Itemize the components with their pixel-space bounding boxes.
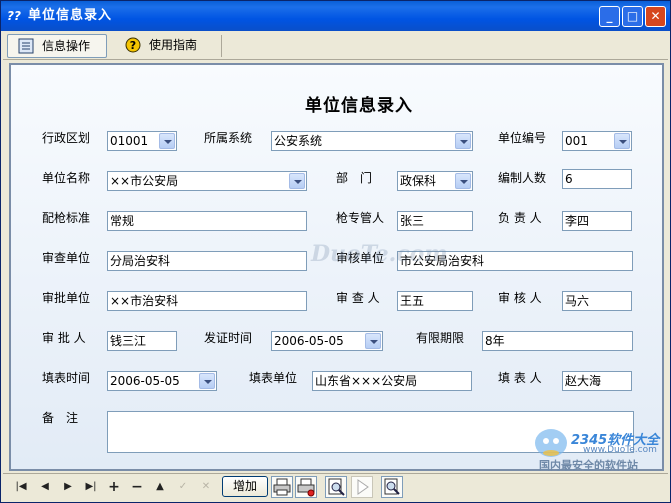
chevron-down-icon[interactable]	[365, 333, 381, 349]
watermark-logo: 2345软件大全 www.DuoTe.com 国内最安全的软件站	[531, 421, 671, 473]
print-setup-button[interactable]	[295, 476, 317, 498]
department-value: 政保科	[400, 174, 437, 188]
filler-input[interactable]: 赵大海	[562, 371, 632, 391]
last-record-button[interactable]: ▶|	[82, 478, 100, 496]
search-button[interactable]	[381, 476, 403, 498]
reviewer-input[interactable]: 王五	[397, 291, 473, 311]
approver-input[interactable]: 钱三江	[107, 331, 177, 351]
title-bar[interactable]: ?? 单位信息录入 _ □ ✕	[1, 1, 670, 31]
watermark-slogan: 国内最安全的软件站	[539, 459, 638, 472]
play-button[interactable]	[351, 476, 373, 498]
fill-date-label: 填表时间	[42, 371, 91, 385]
unit-code-select[interactable]: 001	[562, 131, 632, 151]
form-title: 单位信息录入	[305, 96, 413, 116]
print-button[interactable]	[271, 476, 293, 498]
review-unit-input[interactable]: 分局治安科	[107, 251, 307, 271]
approver-label: 审 批 人	[42, 331, 86, 345]
staff-count-input[interactable]: 6	[562, 169, 632, 189]
window-title: 单位信息录入	[28, 8, 113, 23]
unit-name-select[interactable]: ××市公安局	[107, 171, 307, 191]
valid-period-label: 有限期限	[416, 331, 465, 345]
toolbar-separator	[221, 35, 222, 57]
reviewer-label: 审 查 人	[336, 291, 380, 305]
app-icon: ??	[7, 9, 21, 23]
filler-label: 填 表 人	[498, 371, 542, 385]
prev-record-button[interactable]: ◀	[36, 478, 54, 496]
auditor-label: 审 核 人	[498, 291, 542, 305]
system-value: 公安系统	[274, 134, 323, 148]
watermark-url: www.DuoTe.com	[583, 445, 657, 455]
gun-keeper-input[interactable]: 张三	[397, 211, 473, 231]
record-navigator: |◀ ◀ ▶ ▶| + − ▲ ✓ ✕ 增加	[3, 473, 668, 499]
toolbar: 信息操作 ? 使用指南	[3, 32, 668, 60]
next-record-button[interactable]: ▶	[59, 478, 77, 496]
responsible-input[interactable]: 李四	[562, 211, 632, 231]
approve-unit-label: 审批单位	[42, 291, 91, 305]
insert-record-button[interactable]: +	[105, 478, 123, 496]
region-select[interactable]: 01001	[107, 131, 177, 151]
printer-setup-icon	[297, 478, 315, 497]
cancel-record-button[interactable]: ✕	[197, 478, 215, 496]
department-label: 部 门	[336, 171, 373, 185]
unit-code-label: 单位编号	[498, 131, 547, 145]
preview-icon	[328, 478, 345, 496]
gun-standard-label: 配枪标准	[42, 211, 91, 225]
department-select[interactable]: 政保科	[397, 171, 473, 191]
tab-label: 使用指南	[149, 38, 198, 52]
issue-date-picker[interactable]: 2006-05-05	[271, 331, 383, 351]
help-icon: ?	[125, 37, 141, 53]
unit-name-label: 单位名称	[42, 171, 91, 185]
search-icon	[384, 478, 400, 495]
issue-date-label: 发证时间	[204, 331, 253, 345]
close-button[interactable]: ✕	[645, 6, 666, 27]
fill-date-value: 2006-05-05	[110, 374, 180, 388]
add-button[interactable]: 增加	[222, 476, 268, 497]
chevron-down-icon[interactable]	[289, 173, 305, 189]
review-unit-label: 审查单位	[42, 251, 91, 265]
edit-record-button[interactable]: ▲	[151, 478, 169, 496]
minimize-button[interactable]: _	[599, 6, 620, 27]
list-icon	[18, 38, 34, 54]
system-label: 所属系统	[204, 131, 253, 145]
svg-text:?: ?	[130, 39, 136, 52]
issue-date-value: 2006-05-05	[274, 334, 344, 348]
form-panel: 单位信息录入 行政区划 01001 所属系统 公安系统 单位编号 001 单位名…	[9, 63, 664, 471]
post-record-button[interactable]: ✓	[174, 478, 192, 496]
chevron-down-icon[interactable]	[455, 173, 471, 189]
delete-record-button[interactable]: −	[128, 478, 146, 496]
auditor-input[interactable]: 马六	[562, 291, 632, 311]
staff-count-label: 编制人数	[498, 171, 547, 185]
tab-info-operation[interactable]: 信息操作	[7, 34, 107, 58]
preview-button[interactable]	[325, 476, 347, 498]
fill-date-picker[interactable]: 2006-05-05	[107, 371, 217, 391]
maximize-button[interactable]: □	[622, 6, 643, 27]
system-select[interactable]: 公安系统	[271, 131, 473, 151]
tab-label: 信息操作	[42, 39, 91, 53]
play-icon	[357, 479, 369, 495]
unit-code-value: 001	[565, 134, 588, 148]
unit-name-value: ××市公安局	[110, 174, 179, 188]
chevron-down-icon[interactable]	[455, 133, 471, 149]
chevron-down-icon[interactable]	[614, 133, 630, 149]
chevron-down-icon[interactable]	[199, 373, 215, 389]
app-window: ?? 单位信息录入 _ □ ✕ 信息操作 ? 使用指南 单位信息录入 行政区划 …	[0, 0, 671, 503]
region-value: 01001	[110, 134, 149, 148]
approve-unit-input[interactable]: ××市治安科	[107, 291, 307, 311]
fill-unit-label: 填表单位	[249, 371, 298, 385]
valid-period-input[interactable]: 8年	[482, 331, 633, 351]
remarks-label: 备 注	[42, 411, 79, 425]
watermark-text: DuoTe.com	[311, 241, 448, 267]
gun-keeper-label: 枪专管人	[336, 211, 385, 225]
responsible-label: 负 责 人	[498, 211, 542, 225]
gun-standard-input[interactable]: 常规	[107, 211, 307, 231]
tab-user-guide[interactable]: ? 使用指南	[115, 34, 217, 58]
first-record-button[interactable]: |◀	[12, 478, 30, 496]
printer-icon	[273, 478, 291, 496]
region-label: 行政区划	[42, 131, 91, 145]
chevron-down-icon[interactable]	[159, 133, 175, 149]
fill-unit-input[interactable]: 山东省×××公安局	[312, 371, 472, 391]
